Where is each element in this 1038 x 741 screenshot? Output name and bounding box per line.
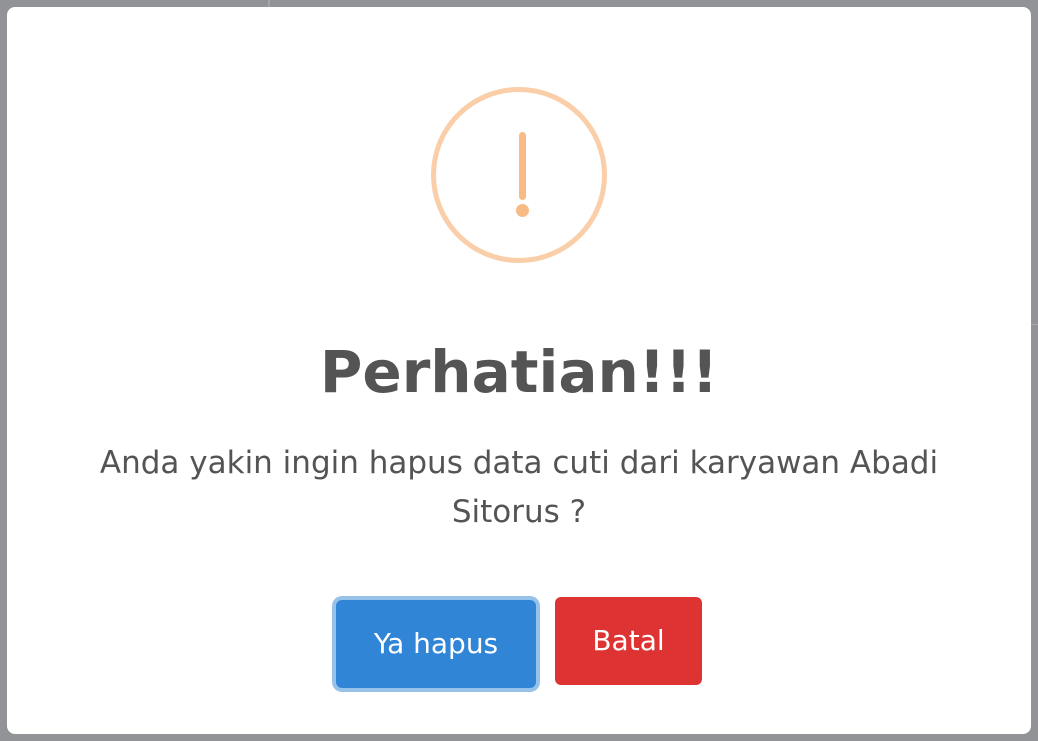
dialog-title: Perhatian!!!	[319, 338, 719, 406]
cancel-button[interactable]: Batal	[555, 597, 702, 685]
dialog-actions: Ya hapus Batal	[7, 597, 1031, 688]
warning-icon	[431, 87, 607, 263]
background-divider	[1030, 324, 1038, 325]
confirmation-dialog: Perhatian!!! Anda yakin ingin hapus data…	[7, 7, 1031, 734]
background-text-fragment	[1031, 396, 1038, 426]
confirm-delete-button[interactable]: Ya hapus	[336, 600, 536, 688]
dialog-message: Anda yakin ingin hapus data cuti dari ka…	[99, 445, 939, 530]
exclamation-dot	[516, 204, 529, 217]
exclamation-bar	[519, 132, 526, 200]
